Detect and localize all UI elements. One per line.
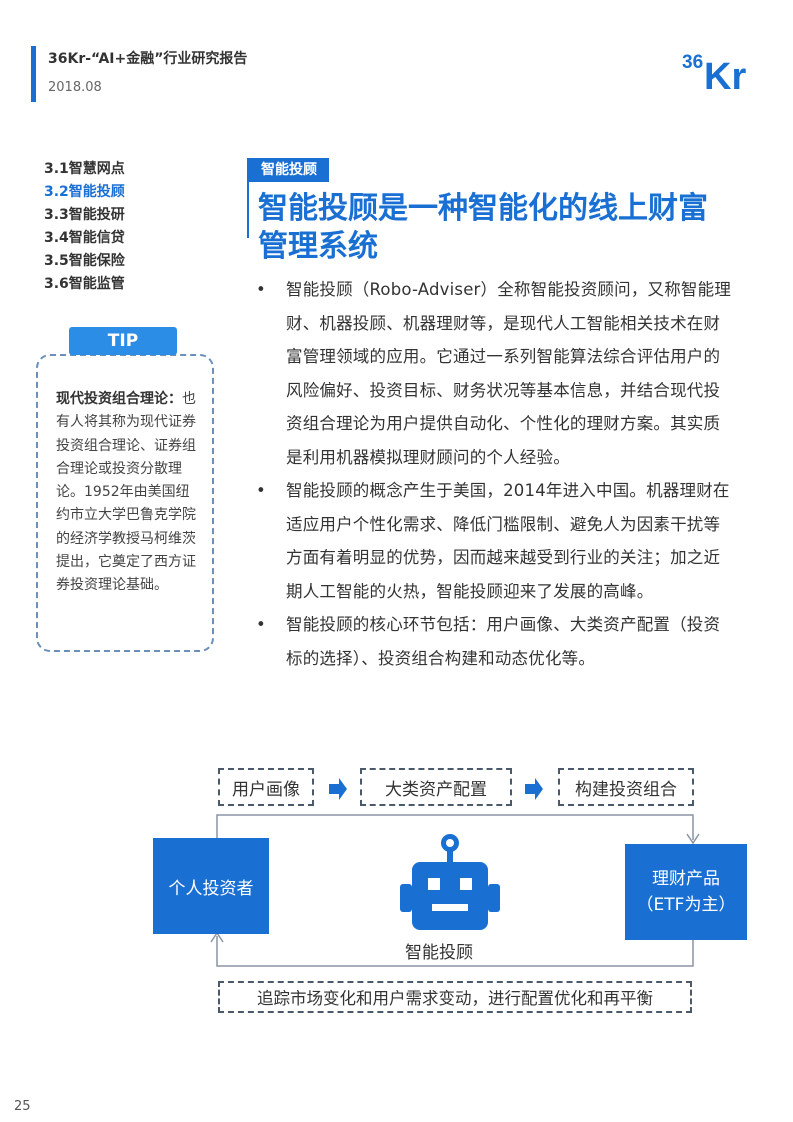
robo-advisor-label: 智能投顾: [405, 943, 473, 963]
product-box-line2: （ETF为主）: [636, 895, 736, 915]
investor-box: 个人投资者: [153, 838, 269, 934]
step-arrow-icon: [525, 778, 543, 800]
product-box-line1: 理财产品: [652, 869, 720, 889]
product-box: 理财产品 （ETF为主）: [625, 844, 747, 940]
robot-icon: [400, 834, 500, 930]
diagram-connectors: [210, 778, 700, 967]
rebalance-box: 追踪市场变化和用户需求变动，进行配置优化和再平衡: [218, 981, 692, 1013]
step-asset-allocation: 大类资产配置: [360, 768, 512, 806]
step-portfolio-construction: 构建投资组合: [558, 768, 694, 806]
step-arrow-icon: [329, 778, 347, 800]
step-user-profile: 用户画像: [218, 768, 314, 806]
page-number: 25: [14, 1099, 31, 1114]
